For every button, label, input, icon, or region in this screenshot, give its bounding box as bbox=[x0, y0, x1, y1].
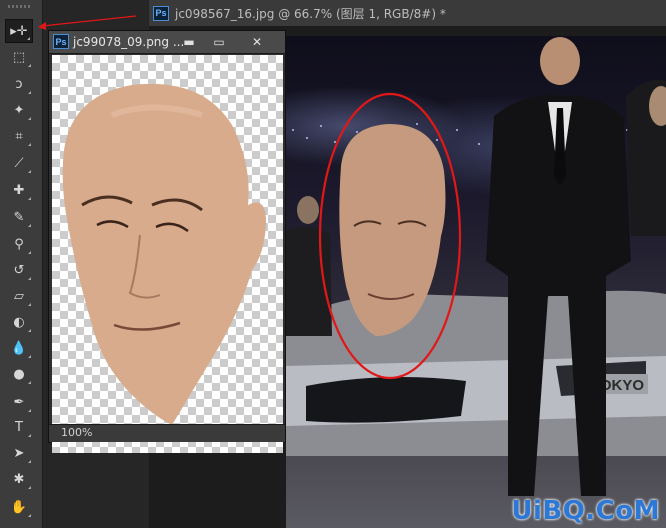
panel-grip[interactable] bbox=[8, 5, 32, 8]
tool-flyout-indicator bbox=[28, 434, 31, 437]
lasso-icon: ↄ bbox=[15, 76, 23, 92]
tool-flyout-indicator bbox=[28, 251, 31, 254]
type-tool[interactable]: T bbox=[5, 415, 33, 439]
tool-flyout-indicator bbox=[28, 91, 31, 94]
document-tab-bar: Ps jc098567_16.jpg @ 66.7% (图层 1, RGB/8#… bbox=[149, 0, 666, 27]
tool-flyout-indicator bbox=[28, 486, 31, 489]
clone-stamp-tool[interactable]: ⚲ bbox=[5, 232, 33, 256]
ps-file-icon: Ps bbox=[53, 34, 69, 49]
tools-panel: ▸✛ ⬚ ↄ ✦ ⌗ ⟋ ✚ ✎ ⚲ ↺ ▱ ◐ 💧 ● ✒ T ➤ ✱ ✋ bbox=[0, 0, 43, 528]
document-tab-title: jc098567_16.jpg @ 66.7% (图层 1, RGB/8#) * bbox=[175, 6, 446, 21]
type-icon: T bbox=[15, 419, 23, 435]
hand-tool[interactable]: ✋ bbox=[5, 495, 33, 519]
tool-flyout-indicator bbox=[28, 514, 31, 517]
rectangular-marquee-tool[interactable]: ⬚ bbox=[5, 45, 33, 69]
hand-icon: ✋ bbox=[10, 499, 28, 515]
path-selection-icon: ➤ bbox=[13, 445, 25, 461]
document-tab[interactable]: Ps jc098567_16.jpg @ 66.7% (图层 1, RGB/8#… bbox=[149, 0, 456, 26]
tool-flyout-indicator bbox=[28, 117, 31, 120]
eyedropper-tool[interactable]: ⟋ bbox=[5, 151, 33, 175]
paint-bucket-icon: ◐ bbox=[13, 314, 25, 330]
tool-flyout-indicator bbox=[28, 329, 31, 332]
brush-icon: ✎ bbox=[13, 209, 25, 225]
tool-flyout-indicator bbox=[28, 460, 31, 463]
pen-icon: ✒ bbox=[13, 394, 25, 410]
clone-stamp-icon: ⚲ bbox=[14, 236, 24, 252]
tool-flyout-indicator bbox=[28, 224, 31, 227]
poster-image: TOKYO UiBQ.CoM bbox=[286, 36, 666, 528]
close-button[interactable]: ✕ bbox=[243, 33, 271, 50]
poster-figures: TOKYO bbox=[286, 37, 666, 496]
minimize-button[interactable]: ▬ bbox=[175, 33, 203, 50]
healing-brush-icon: ✚ bbox=[13, 182, 25, 198]
tool-flyout-indicator bbox=[28, 64, 31, 67]
floating-window-title: jc99078_09.png ... bbox=[73, 35, 185, 49]
tool-flyout-indicator bbox=[28, 143, 31, 146]
tool-flyout-indicator bbox=[28, 355, 31, 358]
ps-file-icon: Ps bbox=[153, 5, 169, 21]
crop-icon: ⌗ bbox=[15, 128, 23, 144]
tool-flyout-indicator bbox=[27, 37, 30, 40]
tool-flyout-indicator bbox=[28, 277, 31, 280]
custom-shape-icon: ✱ bbox=[13, 471, 25, 487]
transparent-canvas[interactable] bbox=[52, 55, 283, 453]
eraser-tool[interactable]: ▱ bbox=[5, 284, 33, 308]
lasso-tool[interactable]: ↄ bbox=[5, 72, 33, 96]
move-icon: ▸✛ bbox=[10, 23, 28, 39]
tool-flyout-indicator bbox=[28, 409, 31, 412]
site-watermark: UiBQ.CoM bbox=[511, 496, 660, 526]
eraser-icon: ▱ bbox=[14, 288, 24, 304]
floating-window-titlebar[interactable]: Ps jc99078_09.png ... ▬ ▭ ✕ bbox=[49, 31, 285, 54]
cutout-face-image bbox=[62, 83, 267, 425]
tool-flyout-indicator bbox=[28, 381, 31, 384]
maximize-button[interactable]: ▭ bbox=[205, 33, 233, 50]
dodge-tool[interactable]: ● bbox=[5, 362, 33, 386]
custom-shape-tool[interactable]: ✱ bbox=[5, 467, 33, 491]
crop-tool[interactable]: ⌗ bbox=[5, 124, 33, 148]
paint-bucket-tool[interactable]: ◐ bbox=[5, 310, 33, 334]
history-brush-icon: ↺ bbox=[13, 262, 25, 278]
pen-tool[interactable]: ✒ bbox=[5, 390, 33, 414]
move-tool[interactable]: ▸✛ bbox=[5, 19, 33, 43]
healing-brush-tool[interactable]: ✚ bbox=[5, 178, 33, 202]
zoom-level[interactable]: 100% bbox=[61, 426, 92, 439]
tool-flyout-indicator bbox=[28, 197, 31, 200]
eyedropper-icon: ⟋ bbox=[14, 155, 24, 171]
dodge-icon: ● bbox=[13, 366, 25, 382]
brush-tool[interactable]: ✎ bbox=[5, 205, 33, 229]
magic-wand-icon: ✦ bbox=[13, 102, 25, 118]
rectangular-marquee-icon: ⬚ bbox=[12, 49, 26, 65]
blur-tool[interactable]: 💧 bbox=[5, 336, 33, 360]
floating-window-statusbar: 100% bbox=[49, 424, 285, 442]
magic-wand-tool[interactable]: ✦ bbox=[5, 98, 33, 122]
floating-image-window[interactable]: Ps jc99078_09.png ... ▬ ▭ ✕ 100% bbox=[48, 30, 286, 453]
tool-flyout-indicator bbox=[28, 170, 31, 173]
history-brush-tool[interactable]: ↺ bbox=[5, 258, 33, 282]
path-selection-tool[interactable]: ➤ bbox=[5, 441, 33, 465]
blur-icon: 💧 bbox=[10, 340, 28, 356]
tool-flyout-indicator bbox=[28, 303, 31, 306]
